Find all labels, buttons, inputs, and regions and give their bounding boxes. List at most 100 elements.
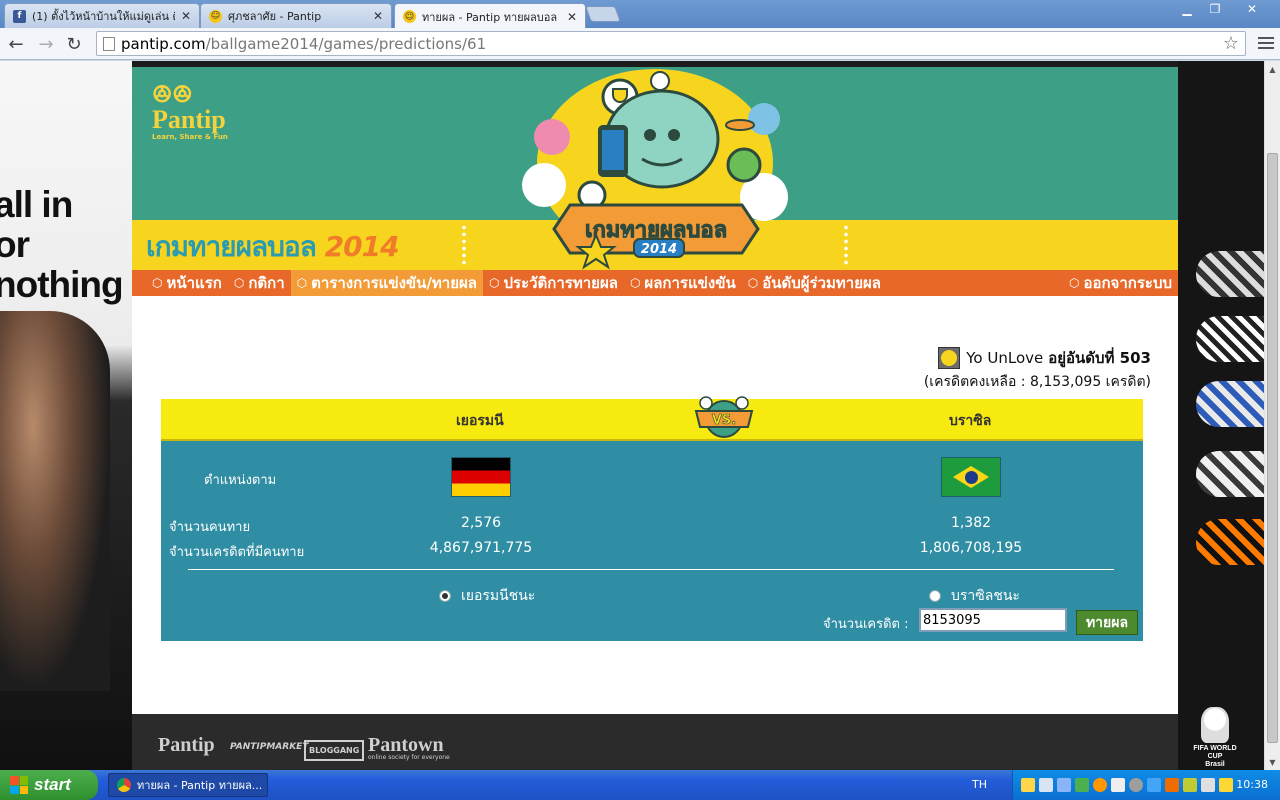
hexagon-bullet-icon: ⬡	[747, 276, 759, 290]
tab-label: ทายผล - Pantip ทายผลบอล 2	[422, 10, 561, 24]
vs-text: VS.	[712, 413, 736, 428]
nav-label: หน้าแรก	[166, 274, 222, 292]
system-clock: 10:38	[1236, 778, 1268, 791]
browser-tab-predictions[interactable]: ☺ ทายผล - Pantip ทายผลบอล 2 ✕	[394, 3, 586, 29]
pantip-favicon-icon: ☺	[403, 10, 416, 23]
pantown-tagline: online society for everyone	[368, 754, 450, 761]
nav-item-rules[interactable]: ⬡ กติกา	[228, 270, 291, 296]
logo-glyph: ꔮꔮ	[152, 80, 193, 110]
row-label-rank: ตำแหน่งตาม	[204, 473, 277, 488]
tray-app-icon[interactable]	[1219, 778, 1233, 792]
tray-app-icon[interactable]	[1183, 778, 1197, 792]
notification-icon[interactable]	[1021, 778, 1035, 792]
adidas-ad-left[interactable]: all in or nothing	[0, 61, 132, 770]
close-icon[interactable]: ✕	[373, 9, 383, 23]
scroll-down-icon[interactable]: ▼	[1265, 754, 1280, 770]
tray-app-icon[interactable]	[1093, 778, 1107, 792]
pantip-favicon-icon: ☺	[209, 9, 222, 23]
logo-word: Pantip	[152, 105, 226, 134]
radio-team-b-wins[interactable]: บราซิลชนะ	[929, 585, 1020, 607]
scroll-up-icon[interactable]: ▲	[1265, 61, 1280, 77]
mascot-illustration: เกมทายผลบอล 2014	[522, 69, 788, 270]
tray-app-icon[interactable]	[1147, 778, 1161, 792]
ad-boot-image	[1196, 316, 1264, 362]
match-panel: เยอรมนี บราซิล VS. ตำแหน่งตาม จำนวนคนทาย…	[161, 396, 1143, 641]
bookmark-star-icon[interactable]: ☆	[1223, 33, 1239, 54]
credit-input-label: จำนวนเครดิต :	[823, 617, 909, 632]
browser-tab-strip: f (1) ตั้งไว้หน้าบ้านให้แม่ดูเล่น ดี ✕ ☺…	[0, 0, 1280, 29]
nav-label: ผลการแข่งขัน	[644, 274, 736, 292]
user-name: Yo UnLove	[966, 349, 1044, 367]
address-bar[interactable]: pantip.com/ballgame2014/games/prediction…	[96, 31, 1246, 56]
restore-icon[interactable]: ❐	[1202, 0, 1228, 18]
tray-app-icon[interactable]	[1129, 778, 1143, 792]
divider	[188, 569, 1114, 570]
new-tab-button[interactable]	[585, 6, 621, 22]
pantip-logo[interactable]: ꔮꔮ Pantip Learn, Share & Fun	[152, 80, 262, 145]
dotted-divider	[461, 224, 467, 266]
hexagon-bullet-icon: ⬡	[489, 276, 500, 290]
close-window-icon[interactable]: ✕	[1230, 0, 1274, 18]
footer-logo-bloggang[interactable]: BLOGGANG	[304, 740, 365, 761]
ad-boot-image	[1196, 519, 1264, 565]
radio-button[interactable]	[439, 590, 451, 602]
radio-team-a-wins[interactable]: เยอรมนีชนะ	[439, 585, 535, 607]
tray-app-icon[interactable]	[1039, 778, 1053, 792]
window-controls: ▁ ❐ ✕	[1174, 0, 1274, 18]
tray-app-icon[interactable]	[1165, 778, 1179, 792]
nav-item-home[interactable]: ⬡ หน้าแรก	[132, 270, 228, 296]
ad-boot-image	[1196, 381, 1264, 427]
start-button[interactable]: start	[0, 770, 98, 800]
user-rank-line: Yo UnLove อยู่อันดับที่ 503	[938, 346, 1151, 370]
hexagon-bullet-icon: ⬡	[629, 276, 641, 290]
taskbar-item-chrome[interactable]: ทายผล - Pantip ทายผล...	[108, 773, 268, 797]
hexagon-bullet-icon: ⬡	[152, 276, 163, 290]
radio-label: เยอรมนีชนะ	[461, 588, 536, 604]
radio-button[interactable]	[929, 590, 941, 602]
back-arrow-icon[interactable]: ←	[4, 32, 28, 56]
menu-icon[interactable]	[1258, 34, 1274, 52]
minimize-icon[interactable]: ▁	[1174, 0, 1200, 18]
page-icon	[103, 36, 115, 51]
nav-item-logout[interactable]: ⬡ ออกจากระบบ	[1063, 270, 1178, 296]
predict-submit-button[interactable]: ทายผล	[1076, 610, 1138, 635]
tray-app-icon[interactable]	[1111, 778, 1125, 792]
close-icon[interactable]: ✕	[567, 10, 577, 24]
taskbar-item-label: ทายผล - Pantip ทายผล...	[137, 779, 263, 792]
smiley-icon	[941, 350, 958, 366]
reload-icon[interactable]: ↻	[62, 32, 86, 56]
game-title-text: เกมทายผลบอล	[146, 230, 317, 263]
close-icon[interactable]: ✕	[181, 9, 191, 23]
hexagon-bullet-icon: ⬡	[1068, 276, 1080, 290]
browser-tab-pantip-forum[interactable]: ☺ ศุภชลาศัย - Pantip ✕	[200, 3, 392, 28]
nav-item-schedule-predict[interactable]: ⬡ ตารางการแข่งขัน/ทายผล	[290, 270, 483, 296]
tray-app-icon[interactable]	[1075, 778, 1089, 792]
dotted-divider	[843, 224, 849, 266]
nav-item-results[interactable]: ⬡ ผลการแข่งขัน	[624, 270, 742, 296]
ad-boot-image	[1196, 451, 1264, 497]
tray-app-icon[interactable]	[1057, 778, 1071, 792]
team-a-name: เยอรมนี	[456, 413, 504, 429]
brazil-flag-icon	[941, 457, 1001, 497]
credit-amount-input[interactable]	[919, 608, 1067, 632]
user-credit-balance: (เครดิตคงเหลือ : 8,153,095 เครดิต)	[923, 374, 1151, 390]
nav-label: กติกา	[248, 274, 285, 292]
footer-logo-pantown[interactable]: Pantown online society for everyone	[368, 735, 450, 761]
germany-flag-icon	[451, 457, 511, 497]
language-indicator[interactable]: TH	[972, 778, 987, 791]
windows-logo-icon	[10, 776, 28, 794]
nav-item-leaderboard[interactable]: ⬡ อันดับผู้ร่วมทายผล	[742, 270, 887, 296]
scrollbar-thumb[interactable]	[1267, 153, 1278, 743]
browser-tab-facebook[interactable]: f (1) ตั้งไว้หน้าบ้านให้แม่ดูเล่น ดี ✕	[4, 3, 200, 28]
boots-ad-right[interactable]: FIFA WORLD CUP Brasil	[1178, 61, 1264, 770]
browser-viewport: all in or nothing FIFA WORLD CUP Brasil …	[0, 61, 1264, 770]
page-scrollbar[interactable]: ▲ ▼	[1264, 61, 1280, 770]
volume-icon[interactable]	[1201, 778, 1215, 792]
nav-label: ออกจากระบบ	[1083, 274, 1172, 292]
nav-label: ประวัติการทายผล	[503, 274, 618, 292]
row-label-credits: จำนวนเครดิตที่มีคนทาย	[169, 545, 305, 560]
footer-logo-pantip[interactable]: Pantip	[158, 734, 215, 757]
footer-logo-pantipmarket[interactable]: PANTIPMARKET	[230, 742, 308, 752]
nav-item-history[interactable]: ⬡ ประวัติการทายผล	[483, 270, 624, 296]
forward-arrow-icon[interactable]: →	[34, 32, 58, 56]
